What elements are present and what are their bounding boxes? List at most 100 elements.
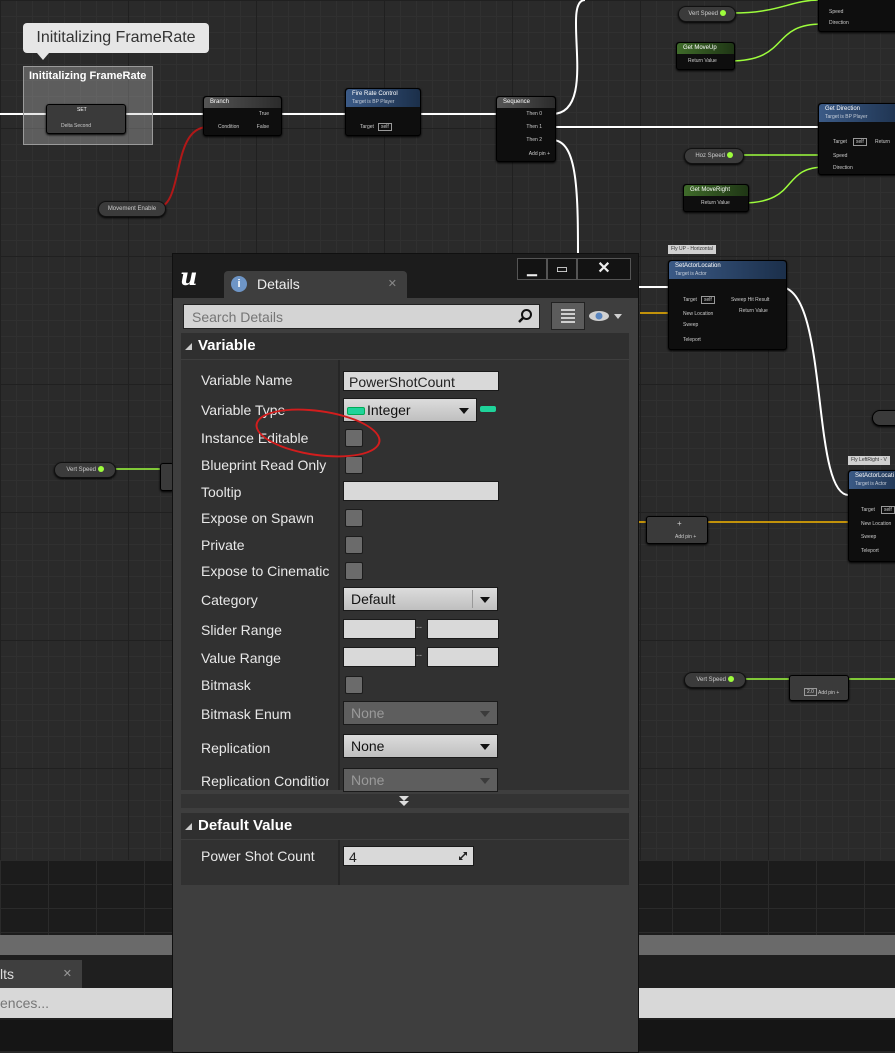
power-shot-count-input[interactable]: 4 [343, 846, 474, 866]
hoz-speed-variable[interactable]: Hoz Speed [684, 148, 744, 164]
vert-speed-variable-bottom[interactable]: Vert Speed [684, 672, 746, 688]
expose-on-spawn-checkbox[interactable] [345, 509, 363, 527]
variable-section-title: Variable [198, 337, 256, 354]
branch-condition-pin[interactable]: Condition [218, 124, 239, 130]
variable-section-header[interactable]: Variable [181, 333, 629, 359]
advanced-expander[interactable] [181, 794, 629, 808]
movement-enable-variable[interactable]: Movement Enable [98, 201, 166, 217]
details-titlebar[interactable]: u i Details ✕ ▁ ▭ ✕ [173, 254, 638, 299]
get-direction-target-pin[interactable]: Target [833, 139, 847, 145]
value-range-min-input[interactable] [343, 647, 416, 667]
top-right-direction-pin[interactable]: Direction [829, 20, 849, 26]
power-shot-count-value: 4 [349, 849, 357, 865]
branch-true-pin[interactable]: True [259, 111, 269, 117]
get-moveup-node[interactable]: Get MoveUp Return Value [676, 42, 735, 70]
visibility-filter-button[interactable] [587, 306, 627, 326]
comment-tooltip: Inititalizing FrameRate [23, 23, 209, 60]
set-actor-location-node-2[interactable]: SetActorLocati Target is Actor Target sel… [848, 470, 895, 562]
category-label: Category [201, 592, 258, 608]
add-node-1-add-pin[interactable]: Add pin + [675, 534, 696, 540]
sal-target-pin[interactable]: Target [683, 297, 697, 303]
sal2-teleport-pin[interactable]: Teleport [861, 548, 879, 554]
get-direction-header: Get Direction Target is BP Player [819, 104, 895, 122]
sal-self: self [701, 296, 715, 304]
get-direction-return-pin[interactable]: Return [875, 139, 890, 145]
fire-rate-control-node[interactable]: Fire Rate Control Target is BP Player Tar… [345, 88, 421, 136]
flyleft-comment-tag: Fly LeftRight - V [848, 456, 890, 465]
slider-range-max-input[interactable] [427, 619, 499, 639]
details-window[interactable]: u i Details ✕ ▁ ▭ ✕ Variable [172, 253, 639, 1053]
sequence-then1-pin[interactable]: Then 1 [526, 124, 542, 130]
category-value: Default [351, 591, 396, 607]
blueprint-read-only-checkbox[interactable] [345, 456, 363, 474]
sal2-target-pin[interactable]: Target [861, 507, 875, 513]
value-range-max-input[interactable] [427, 647, 499, 667]
sal-sweep-hit-pin[interactable]: Sweep Hit Result [731, 297, 769, 303]
close-window-button[interactable]: ✕ [577, 258, 631, 280]
bitmask-label: Bitmask [201, 677, 251, 693]
category-dropdown[interactable]: Default [343, 587, 498, 611]
set-node-title: SET [77, 107, 87, 113]
minimize-button[interactable]: ▁ [517, 258, 547, 280]
power-shot-count-label: Power Shot Count [201, 848, 315, 864]
column-divider[interactable] [338, 840, 340, 885]
unreal-logo-icon: u [180, 262, 198, 291]
sal2-self: self [881, 506, 895, 514]
vert-speed-variable-left[interactable]: Vert Speed [54, 462, 116, 478]
sal-teleport-pin[interactable]: Teleport [683, 337, 701, 343]
bottom-tab[interactable]: lts ✕ [0, 960, 82, 988]
bottom-tab-close-icon[interactable]: ✕ [63, 960, 72, 988]
sal-return-pin[interactable]: Return Value [739, 308, 768, 314]
sal-sweep-pin[interactable]: Sweep [683, 322, 698, 328]
get-moveright-return-pin[interactable]: Return Value [701, 200, 730, 206]
sal-new-location-pin[interactable]: New Location [683, 311, 713, 317]
sequence-add-pin[interactable]: Add pin + [529, 151, 550, 157]
add-node-2-value[interactable]: 2.0 [804, 688, 817, 696]
top-right-node[interactable]: Speed Direction [818, 0, 895, 32]
variable-name-input[interactable]: PowerShotCount [343, 371, 499, 391]
sal2-new-location-pin[interactable]: New Location [861, 521, 891, 527]
set-node[interactable]: SET Delta Second [46, 104, 126, 134]
sequence-then0-pin[interactable]: Then 0 [526, 111, 542, 117]
default-value-section-header[interactable]: Default Value [181, 813, 629, 839]
get-moveright-node[interactable]: Get MoveRight Return Value [683, 184, 749, 212]
sal2-sweep-pin[interactable]: Sweep [861, 534, 876, 540]
private-checkbox[interactable] [345, 536, 363, 554]
tooltip-input[interactable] [343, 481, 499, 501]
add-node-2[interactable]: 2.0 Add pin + [789, 675, 849, 701]
variable-type-dropdown[interactable]: Integer [343, 398, 477, 422]
branch-false-pin[interactable]: False [257, 124, 269, 130]
sequence-node[interactable]: Sequence Then 0 Then 1 Then 2 Add pin + [496, 96, 556, 162]
set-node-pin: Delta Second [61, 123, 92, 129]
set-actor-location-node[interactable]: SetActorLocation Target is Actor Target s… [668, 260, 787, 350]
expose-cinematics-checkbox[interactable] [345, 562, 363, 580]
top-right-speed-pin[interactable]: Speed [829, 9, 843, 15]
view-options-button[interactable] [551, 302, 585, 330]
branch-node[interactable]: Branch True False Condition [203, 96, 282, 136]
tab-close-icon[interactable]: ✕ [388, 277, 397, 290]
get-direction-speed-pin[interactable]: Speed [833, 153, 847, 159]
spin-arrows-icon[interactable] [458, 851, 468, 861]
container-type-icon[interactable] [480, 406, 496, 412]
maximize-button[interactable]: ▭ [547, 258, 577, 280]
fire-rate-self: self [378, 123, 392, 131]
replication-dropdown[interactable]: None [343, 734, 498, 758]
default-value-section-title: Default Value [198, 817, 293, 834]
get-direction-direction-pin[interactable]: Direction [833, 165, 853, 171]
get-moveup-return-pin[interactable]: Return Value [688, 58, 717, 64]
get-direction-node[interactable]: Get Direction Target is BP Player Target … [818, 103, 895, 175]
add-node-2-add-pin[interactable]: Add pin + [818, 690, 839, 696]
search-details-field[interactable] [183, 304, 540, 329]
fire-rate-target-pin[interactable]: Target [360, 124, 374, 130]
slider-range-min-input[interactable] [343, 619, 416, 639]
vert-speed-variable-top[interactable]: Vert Speed [678, 6, 736, 22]
details-tab[interactable]: i Details ✕ [224, 271, 407, 299]
dropdown-separator [472, 590, 473, 608]
sequence-then2-pin[interactable]: Then 2 [526, 137, 542, 143]
search-details-input[interactable] [190, 307, 514, 327]
value-range-separator: -- [416, 650, 422, 660]
partial-node-right[interactable] [872, 410, 895, 426]
bitmask-enum-value: None [351, 705, 385, 721]
bitmask-checkbox[interactable] [345, 676, 363, 694]
add-node-1[interactable]: + Add pin + [646, 516, 708, 544]
